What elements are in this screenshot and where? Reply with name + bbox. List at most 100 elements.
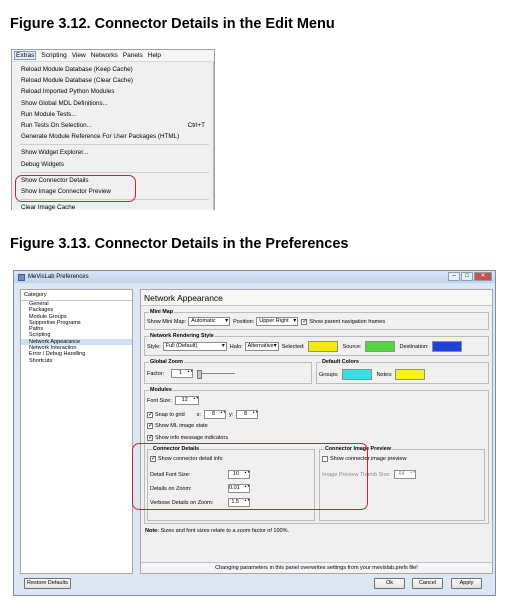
menu-item-reload-clear-cache[interactable]: Reload Module Database (Clear Cache) (12, 75, 213, 86)
selected-color-swatch[interactable] (307, 341, 338, 352)
menu-item-generate-reference[interactable]: Generate Module Reference For User Packa… (12, 131, 213, 142)
window-titlebar: MeVisLab Preferences – □ ✕ (14, 271, 495, 283)
window-title: MeVisLab Preferences (28, 274, 89, 280)
menu-help[interactable]: Help (148, 52, 161, 59)
style-label: Style: (147, 343, 161, 350)
category-list: Category General Packages Module Groups … (20, 289, 133, 574)
menu-item-clear-image-cache[interactable]: Clear Image Cache (12, 202, 213, 213)
group-label: Global Zoom (149, 359, 184, 365)
minimize-icon[interactable]: – (448, 272, 460, 281)
window-controls: – □ ✕ (447, 272, 492, 281)
menu-item-label: Reload Module Database (Clear Cache) (21, 77, 134, 85)
maximize-icon[interactable]: □ (461, 272, 473, 281)
rendering-style-row: Style: Full (Default) Halo: Alternative … (147, 341, 467, 352)
close-icon[interactable]: ✕ (474, 272, 492, 281)
snap-row: ✓ Snap to grid x: 8 y: 8 (147, 410, 259, 419)
style-select[interactable]: Full (Default) (162, 342, 227, 351)
source-color-label: Source: (342, 343, 362, 350)
menu-item-label: Debug Widgets (21, 160, 65, 168)
restore-defaults-button[interactable]: Restore Defaults (24, 578, 71, 589)
figure-3-13-title: Figure 3.13. Connector Details in the Pr… (10, 236, 349, 252)
ml-image-state-label: Show ML image state (155, 423, 208, 429)
font-size-row: Font Size: 12 (147, 396, 199, 405)
menu-separator (20, 144, 209, 146)
zoom-factor-slider[interactable] (197, 370, 236, 379)
snap-checkbox[interactable]: ✓ (147, 411, 153, 418)
menu-item-label: Generate Module Reference For User Packa… (21, 133, 180, 141)
snap-y-label: y: (228, 411, 234, 418)
position-select[interactable]: Upper Right (256, 317, 299, 326)
group-label: Modules (149, 387, 173, 393)
default-colors-row: Groups: Notes: (319, 369, 430, 380)
snap-x-label: x: (196, 411, 201, 418)
halo-select[interactable]: Alternative (244, 342, 279, 351)
cancel-button[interactable]: Cancel (412, 578, 443, 589)
menu-item-label: Show Widget Explorer... (21, 149, 89, 157)
selected-color-label: Selected: (281, 343, 305, 350)
menu-item-label: Reload Module Database (Keep Cache) (21, 66, 133, 73)
menu-item-reload-python[interactable]: Reload Imported Python Modules (12, 86, 213, 97)
info-indicators-row: ✓ Show info message indicators (147, 435, 228, 441)
zoom-factor-row: Factor: 1 (147, 369, 236, 379)
parent-nav-label: Show parent navigation frames (309, 318, 386, 325)
halo-label: Halo: (229, 343, 243, 350)
menu-scripting[interactable]: Scripting (41, 52, 66, 59)
snap-x-spinbox[interactable]: 8 (203, 410, 226, 419)
zoom-factor-spinbox[interactable]: 1 (171, 369, 194, 378)
ml-image-state-checkbox[interactable]: ✓ (147, 423, 153, 429)
notes-color-swatch[interactable] (395, 369, 426, 380)
ok-button[interactable]: Ok (374, 578, 405, 589)
note-prefix: Note: (145, 528, 160, 534)
category-header: Category (21, 290, 132, 301)
figure-3-12-title: Figure 3.12. Connector Details in the Ed… (10, 16, 335, 32)
menu-extras[interactable]: Extras (14, 51, 37, 60)
group-label: Mini Map (149, 309, 175, 315)
menu-item-widget-explorer[interactable]: Show Widget Explorer... (12, 147, 213, 158)
info-indicators-checkbox[interactable]: ✓ (147, 435, 153, 441)
show-minimap-label: Show Mini Map: (147, 318, 187, 325)
note-body: Sizes and font sizes relate to a zoom fa… (160, 528, 289, 534)
note-text: Note: Sizes and font sizes relate to a z… (145, 528, 289, 534)
menu-view[interactable]: View (72, 52, 86, 59)
menu-networks[interactable]: Networks (91, 52, 118, 59)
destination-color-label: Destination: (399, 343, 429, 350)
font-size-label: Font Size: (147, 397, 172, 404)
category-item[interactable]: Shortcuts (21, 358, 132, 364)
notes-color-label: Notes: (376, 371, 393, 378)
font-size-spinbox[interactable]: 12 (174, 396, 199, 405)
position-label: Position: (233, 318, 255, 325)
groups-color-swatch[interactable] (341, 369, 372, 380)
menu-item-run-tests-selection[interactable]: Run Tests On Selection... Ctrl+T (12, 120, 213, 131)
group-label: Network Rendering Style (149, 333, 215, 339)
show-minimap-select[interactable]: Automatic (188, 317, 231, 326)
minimap-row: Show Mini Map: Automatic Position: Upper… (147, 317, 385, 326)
menu-item-debug-widgets[interactable]: Debug Widgets (12, 159, 213, 170)
menu-item-run-module-tests[interactable]: Run Module Tests... (12, 109, 213, 120)
status-message: Changing parameters in this panel overwr… (141, 562, 492, 573)
connector-menu-highlight-ellipse (15, 175, 136, 202)
menu-item-reload-keep-cache[interactable]: Reload Module Database (Keep Cache) (12, 64, 213, 75)
menubar: Extras Scripting View Networks Panels He… (12, 50, 214, 62)
menu-item-label: Run Tests On Selection... (21, 121, 92, 129)
ml-image-state-row: ✓ Show ML image state (147, 423, 208, 429)
preferences-window: MeVisLab Preferences – □ ✕ Category Gene… (13, 270, 496, 596)
menu-panels[interactable]: Panels (123, 52, 143, 59)
snap-label: Snap to grid (155, 411, 185, 418)
zoom-factor-label: Factor: (147, 370, 165, 377)
apply-button[interactable]: Apply (451, 578, 482, 589)
thumb-size-spinbox: 64 (393, 470, 416, 479)
destination-color-swatch[interactable] (431, 341, 462, 352)
parent-nav-checkbox[interactable]: ✓ (301, 318, 307, 325)
menu-item-label: Clear Image Cache (21, 204, 76, 212)
shortcut-label: Ctrl+T (187, 121, 205, 129)
source-color-swatch[interactable] (364, 341, 395, 352)
groups-color-label: Groups: (319, 371, 339, 378)
info-indicators-label: Show info message indicators (155, 435, 229, 441)
menu-item-show-mdl[interactable]: Show Global MDL Definitions... (12, 98, 213, 109)
connector-settings-highlight-ellipse (132, 443, 368, 510)
menu-item-label: Run Module Tests... (21, 110, 77, 118)
snap-y-spinbox[interactable]: 8 (236, 410, 259, 419)
panel-title: Network Appearance (141, 290, 492, 306)
app-icon (18, 273, 25, 281)
menu-item-label: Show Global MDL Definitions... (21, 99, 108, 107)
